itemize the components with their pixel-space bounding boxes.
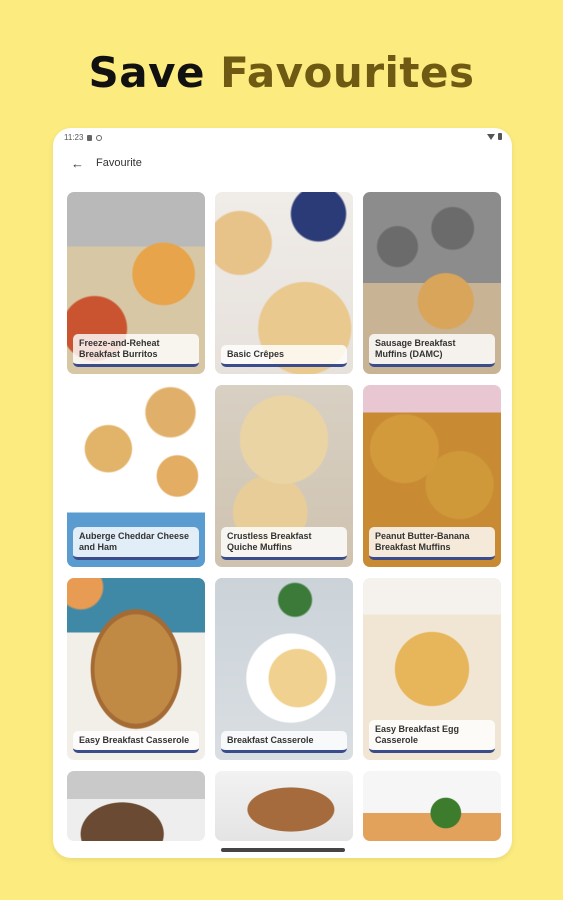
recipe-card[interactable]: Basic Crêpes: [215, 192, 353, 374]
recipe-card[interactable]: Auberge Cheddar Cheese and Ham: [67, 385, 205, 567]
promo-headline: Save Favourites: [0, 48, 563, 97]
wifi-icon: [487, 133, 495, 140]
recipe-title: Freeze-and-Reheat Breakfast Burritos: [73, 334, 199, 367]
recipe-card[interactable]: Easy Breakfast Egg Casserole: [363, 578, 501, 760]
status-bar: 11:23: [53, 128, 512, 148]
battery-icon: [498, 133, 502, 140]
app-bar: ← Favourite: [53, 150, 512, 176]
recipe-card-partial[interactable]: [215, 771, 353, 841]
recipe-title: Basic Crêpes: [221, 345, 347, 367]
device-screen: 11:23 ← Favourite Freeze-and-Reheat Brea…: [53, 128, 512, 858]
recipe-title: Easy Breakfast Casserole: [73, 731, 199, 753]
headline-word-save: Save: [88, 48, 205, 97]
recipe-title: Breakfast Casserole: [221, 731, 347, 753]
recipe-card[interactable]: Easy Breakfast Casserole: [67, 578, 205, 760]
status-time: 11:23: [64, 133, 84, 142]
recipe-card[interactable]: Breakfast Casserole: [215, 578, 353, 760]
recipe-title: Peanut Butter-Banana Breakfast Muffins: [369, 527, 495, 560]
recipe-card-partial[interactable]: [363, 771, 501, 841]
recipe-title: Crustless Breakfast Quiche Muffins: [221, 527, 347, 560]
recipe-card[interactable]: Peanut Butter-Banana Breakfast Muffins: [363, 385, 501, 567]
headline-word-favourites: Favourites: [220, 48, 475, 97]
recipe-card[interactable]: Crustless Breakfast Quiche Muffins: [215, 385, 353, 567]
recipe-title: Sausage Breakfast Muffins (DAMC): [369, 334, 495, 367]
status-circle-icon: [96, 134, 103, 141]
recipe-card[interactable]: Sausage Breakfast Muffins (DAMC): [363, 192, 501, 374]
back-arrow-icon[interactable]: ←: [71, 156, 91, 171]
favourites-grid: Freeze-and-Reheat Breakfast Burritos Bas…: [67, 192, 501, 841]
recipe-card[interactable]: Freeze-and-Reheat Breakfast Burritos: [67, 192, 205, 374]
recipe-title: Auberge Cheddar Cheese and Ham: [73, 527, 199, 560]
recipe-title: Easy Breakfast Egg Casserole: [369, 720, 495, 753]
page-title: Favourite: [96, 157, 142, 169]
home-indicator[interactable]: [220, 848, 345, 852]
notification-icon: [87, 134, 93, 141]
recipe-card-partial[interactable]: [67, 771, 205, 841]
